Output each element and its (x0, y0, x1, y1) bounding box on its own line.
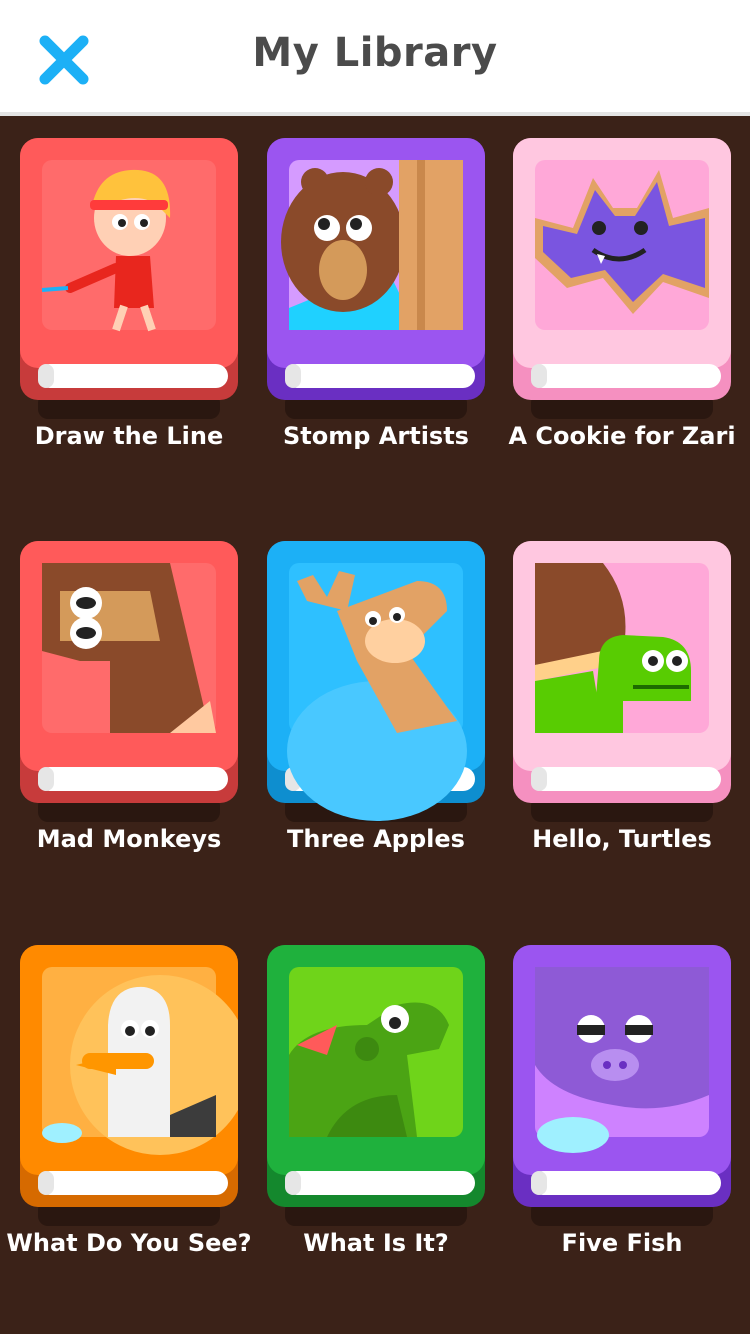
book-cover (267, 541, 485, 822)
book-a-cookie-for-zari[interactable]: A Cookie for Zari (508, 138, 736, 450)
book-mad-monkeys[interactable]: Mad Monkeys (20, 541, 238, 853)
book-what-do-you-see[interactable]: What Do You See? (6, 945, 252, 1257)
book-five-fish[interactable]: Five Fish (513, 945, 731, 1257)
book-cover (513, 541, 731, 822)
book-title: Three Apples (287, 825, 465, 853)
book-title: Mad Monkeys (36, 825, 222, 853)
book-three-apples[interactable]: Three Apples (267, 541, 485, 853)
book-title: What Do You See? (6, 1229, 252, 1257)
book-what-is-it[interactable]: What Is It? (267, 945, 485, 1257)
book-cover (267, 945, 485, 1226)
book-hello-turtles[interactable]: Hello, Turtles (513, 541, 731, 853)
book-title: A Cookie for Zari (508, 422, 736, 450)
book-cover (20, 945, 238, 1226)
book-title: Stomp Artists (283, 422, 469, 450)
book-title: Hello, Turtles (532, 825, 712, 853)
book-title: Five Fish (561, 1229, 683, 1257)
book-grid: Draw the Line Stomp Artists A Cookie for… (0, 120, 750, 1334)
book-title: Draw the Line (34, 422, 224, 450)
book-cover (267, 138, 485, 419)
page-title: My Library (252, 30, 498, 76)
book-cover (20, 138, 238, 419)
book-cover (20, 541, 238, 822)
book-draw-the-line[interactable]: Draw the Line (20, 138, 238, 450)
header-bar: My Library (0, 0, 750, 116)
book-stomp-artists[interactable]: Stomp Artists (267, 138, 485, 450)
book-cover (513, 945, 731, 1226)
book-title: What Is It? (303, 1229, 449, 1257)
book-cover (513, 138, 731, 419)
bear-illustration (281, 160, 463, 330)
